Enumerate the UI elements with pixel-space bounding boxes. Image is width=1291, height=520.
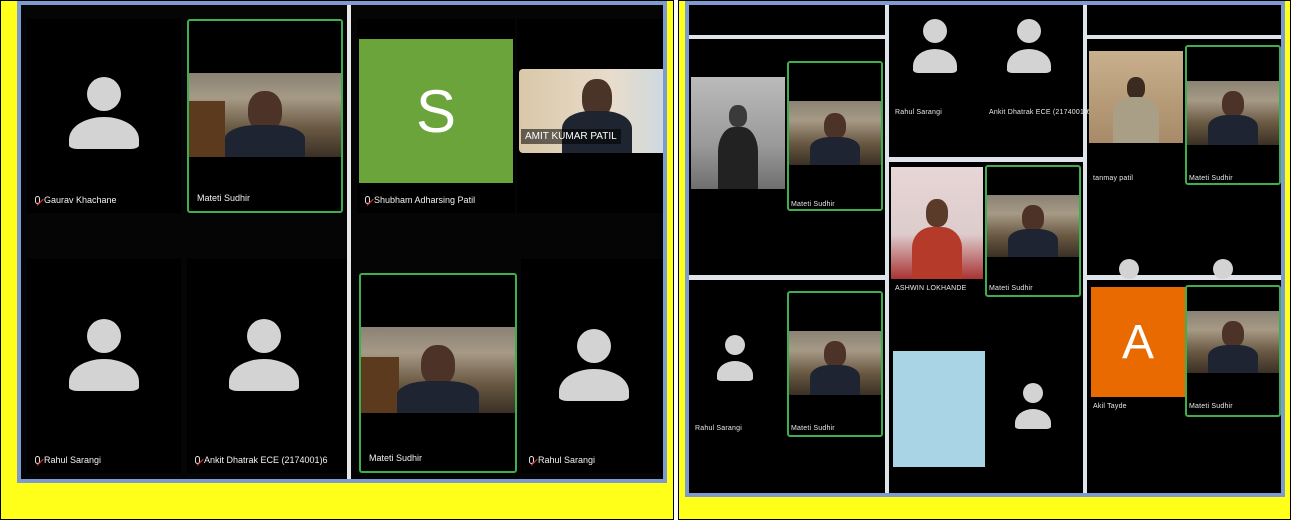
participant-name: Mateti Sudhir (791, 425, 835, 432)
video-feed (789, 101, 881, 165)
participant-tile-active[interactable]: Mateti Sudhir (359, 273, 517, 473)
participant-name: Mateti Sudhir (369, 453, 423, 463)
video-feed (1187, 81, 1279, 145)
participant-tile[interactable]: Gaurav Khachane (27, 19, 181, 213)
avatar-icon (69, 319, 139, 399)
right-frame: Rahul Sarangi Ankit Dhatrak ECE (2174001… (678, 0, 1291, 520)
participant-name: Gaurav Khachane (35, 195, 117, 205)
avatar-icon (715, 335, 755, 385)
mic-muted-icon (35, 456, 40, 464)
avatar-icon (69, 77, 139, 157)
participant-name: Mateti Sudhir (791, 201, 835, 208)
participant-tile[interactable]: Ankit Dhatrak ECE (2174001)6 (187, 259, 347, 473)
avatar-icon (229, 319, 299, 399)
grid-line (889, 157, 1083, 162)
left-frame: Gaurav Khachane Mateti Sudhir S Shubham … (0, 0, 674, 520)
mic-muted-icon (35, 196, 40, 204)
video-feed (361, 327, 515, 413)
meeting-screenshot-right: Rahul Sarangi Ankit Dhatrak ECE (2174001… (685, 1, 1285, 497)
video-feed (987, 195, 1079, 257)
participant-name: Ankit Dhatrak ECE (2174001)6 (195, 455, 328, 465)
participant-tile-active[interactable] (985, 165, 1081, 297)
participant-name: ASHWIN LOKHANDE (895, 285, 967, 292)
participant-name: Shubham Adharsing Patil (365, 195, 475, 205)
participant-name: Mateti Sudhir (1189, 175, 1233, 182)
participant-tile-active[interactable] (787, 61, 883, 211)
collage-page: Gaurav Khachane Mateti Sudhir S Shubham … (0, 0, 1291, 520)
mic-muted-icon (529, 456, 534, 464)
participant-name: AMIT KUMAR PATIL (521, 129, 621, 144)
blank-video-tile (893, 351, 985, 467)
video-feed (891, 167, 983, 279)
participant-name: Mateti Sudhir (1189, 403, 1233, 410)
participant-tile[interactable]: Rahul Sarangi (27, 259, 181, 473)
participant-name: Rahul Sarangi (529, 455, 595, 465)
avatar-icon (1013, 383, 1053, 433)
participant-tile-active[interactable]: Mateti Sudhir (187, 19, 343, 213)
participant-tile[interactable]: AMIT KUMAR PATIL (517, 19, 663, 213)
participant-tile-active[interactable] (1185, 45, 1281, 185)
video-feed (1187, 311, 1279, 373)
video-feed: AMIT KUMAR PATIL (519, 69, 663, 153)
avatar-icon (1203, 259, 1243, 279)
letter-avatar: S (359, 39, 513, 183)
video-feed (189, 73, 341, 157)
grid-line (689, 35, 889, 39)
participant-tile-active[interactable] (1185, 285, 1281, 417)
participant-name: Mateti Sudhir (197, 193, 251, 203)
mic-muted-icon (195, 456, 200, 464)
participant-name: tanmay patil (1093, 175, 1134, 182)
grid-line (689, 275, 889, 280)
video-feed (789, 331, 881, 395)
avatar-icon (1109, 259, 1149, 279)
grid-line (1087, 35, 1281, 39)
participant-tile-active[interactable] (787, 291, 883, 437)
video-feed (691, 77, 785, 189)
split-divider (347, 5, 351, 479)
letter-avatar: A (1091, 287, 1185, 397)
participant-name: Rahul Sarangi (695, 425, 742, 432)
participant-name: Ankit Dhatrak ECE (2174001)6 (989, 109, 1091, 116)
participant-tile[interactable]: Rahul Sarangi (521, 259, 663, 473)
grid-line (885, 5, 889, 493)
avatar-icon (559, 329, 629, 409)
video-feed (1089, 51, 1183, 143)
participant-name: Mateti Sudhir (989, 285, 1033, 292)
avatar-icon (911, 19, 959, 77)
mic-muted-icon (365, 196, 370, 204)
participant-name: Rahul Sarangi (895, 109, 942, 116)
meeting-screenshot-left: Gaurav Khachane Mateti Sudhir S Shubham … (17, 1, 667, 483)
grid-line (1083, 5, 1087, 493)
participant-name: Rahul Sarangi (35, 455, 101, 465)
avatar-icon (1005, 19, 1053, 77)
participant-name: Akil Tayde (1093, 403, 1127, 410)
participant-tile[interactable]: S Shubham Adharsing Patil (357, 19, 515, 213)
